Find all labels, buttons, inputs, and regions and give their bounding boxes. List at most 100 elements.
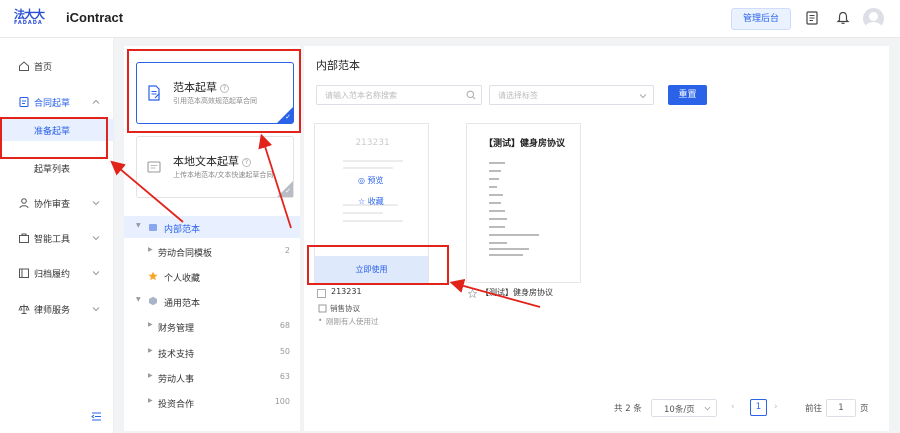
preview-line — [489, 242, 507, 244]
card-title: 本地文本起草? — [173, 153, 251, 169]
tree-item-internal[interactable]: ▼ 内部范本 — [124, 216, 300, 238]
tree-label: 技术支持 — [158, 350, 195, 360]
search-icon[interactable] — [466, 90, 476, 100]
sidebar-item-label: 归档履约 — [34, 270, 71, 280]
next-page-button[interactable]: › — [774, 402, 778, 412]
tree-count: 100 — [274, 397, 290, 406]
avatar[interactable] — [863, 8, 884, 29]
card-subtitle: 上传本地范本/文本快速起草合同 — [173, 171, 274, 179]
upload-doc-icon — [147, 161, 161, 173]
admin-button[interactable]: 管理后台 — [731, 8, 791, 30]
search-input[interactable]: 请输入范本名称搜索 — [316, 85, 482, 105]
chevron-down-icon — [704, 406, 711, 411]
prev-page-button[interactable]: ‹ — [731, 402, 735, 412]
template-preview-card[interactable]: 【测试】健身房协议 — [466, 123, 581, 283]
caret-right-icon: ▶ — [148, 347, 153, 354]
preview-line — [489, 218, 507, 220]
tree-label: 投资合作 — [158, 400, 195, 410]
sidebar-item-contract-draft[interactable]: 合同起草 — [0, 92, 114, 112]
sidebar-item-label: 起草列表 — [34, 165, 71, 175]
preview-line — [489, 202, 501, 204]
goto-page-input[interactable]: 1 — [826, 399, 856, 417]
caret-right-icon: ▶ — [148, 246, 153, 253]
logo-subtext: FADADA — [14, 20, 43, 26]
page-size-value: 10条/页 — [664, 405, 695, 415]
reset-button[interactable]: 重置 — [668, 85, 707, 105]
local-text-draft-card[interactable]: 本地文本起草? 上传本地范本/文本快速起草合同 ✓ — [136, 136, 294, 198]
preview-line — [489, 226, 505, 228]
preview-line — [343, 160, 403, 162]
archive-icon — [19, 268, 29, 278]
tree-label: 内部范本 — [164, 225, 201, 235]
chevron-down-icon — [92, 236, 100, 241]
bell-icon[interactable] — [836, 11, 850, 25]
chevron-down-icon — [92, 271, 100, 276]
scale-icon — [18, 304, 30, 314]
help-icon[interactable]: ? — [242, 158, 251, 167]
collapse-sidebar-icon[interactable] — [91, 411, 102, 422]
sidebar-item-smart-tools[interactable]: 智能工具 — [0, 228, 114, 248]
preview-line — [489, 162, 505, 164]
tree-item-finance[interactable]: ▶ 财务管理 68 — [124, 315, 300, 337]
tree-count: 50 — [279, 347, 290, 356]
home-icon — [19, 61, 29, 71]
chevron-down-icon — [92, 307, 100, 312]
annotation-box-sidebar — [0, 117, 108, 159]
document-tag: 销售协议 — [330, 304, 360, 313]
preview-line — [489, 210, 505, 212]
tag-select[interactable]: 请选择标签 — [489, 85, 654, 105]
usage-info: 刚刚有人使用过 — [326, 317, 379, 326]
favorite-action[interactable]: ☆ 收藏 — [358, 196, 384, 207]
sidebar-item-label: 智能工具 — [34, 235, 71, 245]
fadada-logo[interactable]: 法大大 FADADA — [14, 9, 48, 29]
page-size-select[interactable]: 10条/页 — [651, 399, 717, 417]
preview-number: 213231 — [355, 138, 390, 148]
people-icon — [19, 198, 29, 209]
sidebar-item-label: 律师服务 — [34, 306, 71, 316]
sidebar-item-label: 协作审查 — [34, 200, 71, 210]
caret-down-icon: ▼ — [136, 222, 141, 229]
tree-label: 通用范本 — [164, 299, 201, 309]
tree-label: 劳动合同模板 — [158, 249, 213, 259]
star-icon[interactable] — [468, 289, 477, 298]
annotation-box-card — [127, 49, 301, 133]
document-icon[interactable] — [805, 11, 819, 25]
search-placeholder: 请输入范本名称搜索 — [325, 91, 397, 100]
chevron-down-icon — [92, 201, 100, 206]
sidebar-item-archive[interactable]: 归档履约 — [0, 263, 114, 283]
preview-title: 【测试】健身房协议 — [483, 139, 565, 149]
preview-line — [343, 212, 383, 214]
preview-line — [489, 254, 523, 256]
preview-line — [489, 248, 529, 250]
tree-item-hr[interactable]: ▶ 劳动人事 63 — [124, 366, 300, 388]
tree-label: 劳动人事 — [158, 375, 195, 385]
preview-action[interactable]: ◎ 预览 — [358, 175, 384, 186]
page-number-current[interactable]: 1 — [750, 399, 767, 416]
preview-line — [489, 234, 539, 236]
sidebar-item-label: 首页 — [34, 63, 53, 73]
tree-count: 63 — [279, 372, 290, 381]
caret-right-icon: ▶ — [148, 321, 153, 328]
section-title: 内部范本 — [316, 59, 360, 72]
check-icon: ✓ — [285, 187, 291, 195]
sidebar-item-draft-list[interactable]: 起草列表 — [0, 157, 114, 179]
tree-item-general[interactable]: ▼ 通用范本 — [124, 290, 300, 312]
tree-count: 2 — [284, 246, 290, 255]
checkbox[interactable] — [317, 289, 326, 298]
annotation-box-use — [307, 245, 449, 285]
tree-count: 68 — [279, 321, 290, 330]
tree-item-investment[interactable]: ▶ 投资合作 100 — [124, 391, 300, 413]
sidebar-item-home[interactable]: 首页 — [0, 56, 114, 76]
cube-icon — [149, 296, 157, 306]
tree-label: 个人收藏 — [164, 274, 201, 284]
caret-right-icon: ▶ — [148, 372, 153, 379]
chevron-down-icon — [639, 94, 647, 99]
sidebar-item-label: 合同起草 — [34, 99, 71, 109]
preview-line — [343, 220, 403, 222]
tree-item-favorites[interactable]: 个人收藏 — [124, 265, 300, 287]
tree-item-tech-support[interactable]: ▶ 技术支持 50 — [124, 341, 300, 363]
document-name: 213231 — [331, 287, 362, 296]
tree-item-labor-template[interactable]: ▶ 劳动合同模板 2 — [124, 240, 300, 262]
sidebar-item-collab-review[interactable]: 协作审查 — [0, 193, 114, 213]
sidebar-item-lawyer[interactable]: 律师服务 — [0, 299, 114, 319]
